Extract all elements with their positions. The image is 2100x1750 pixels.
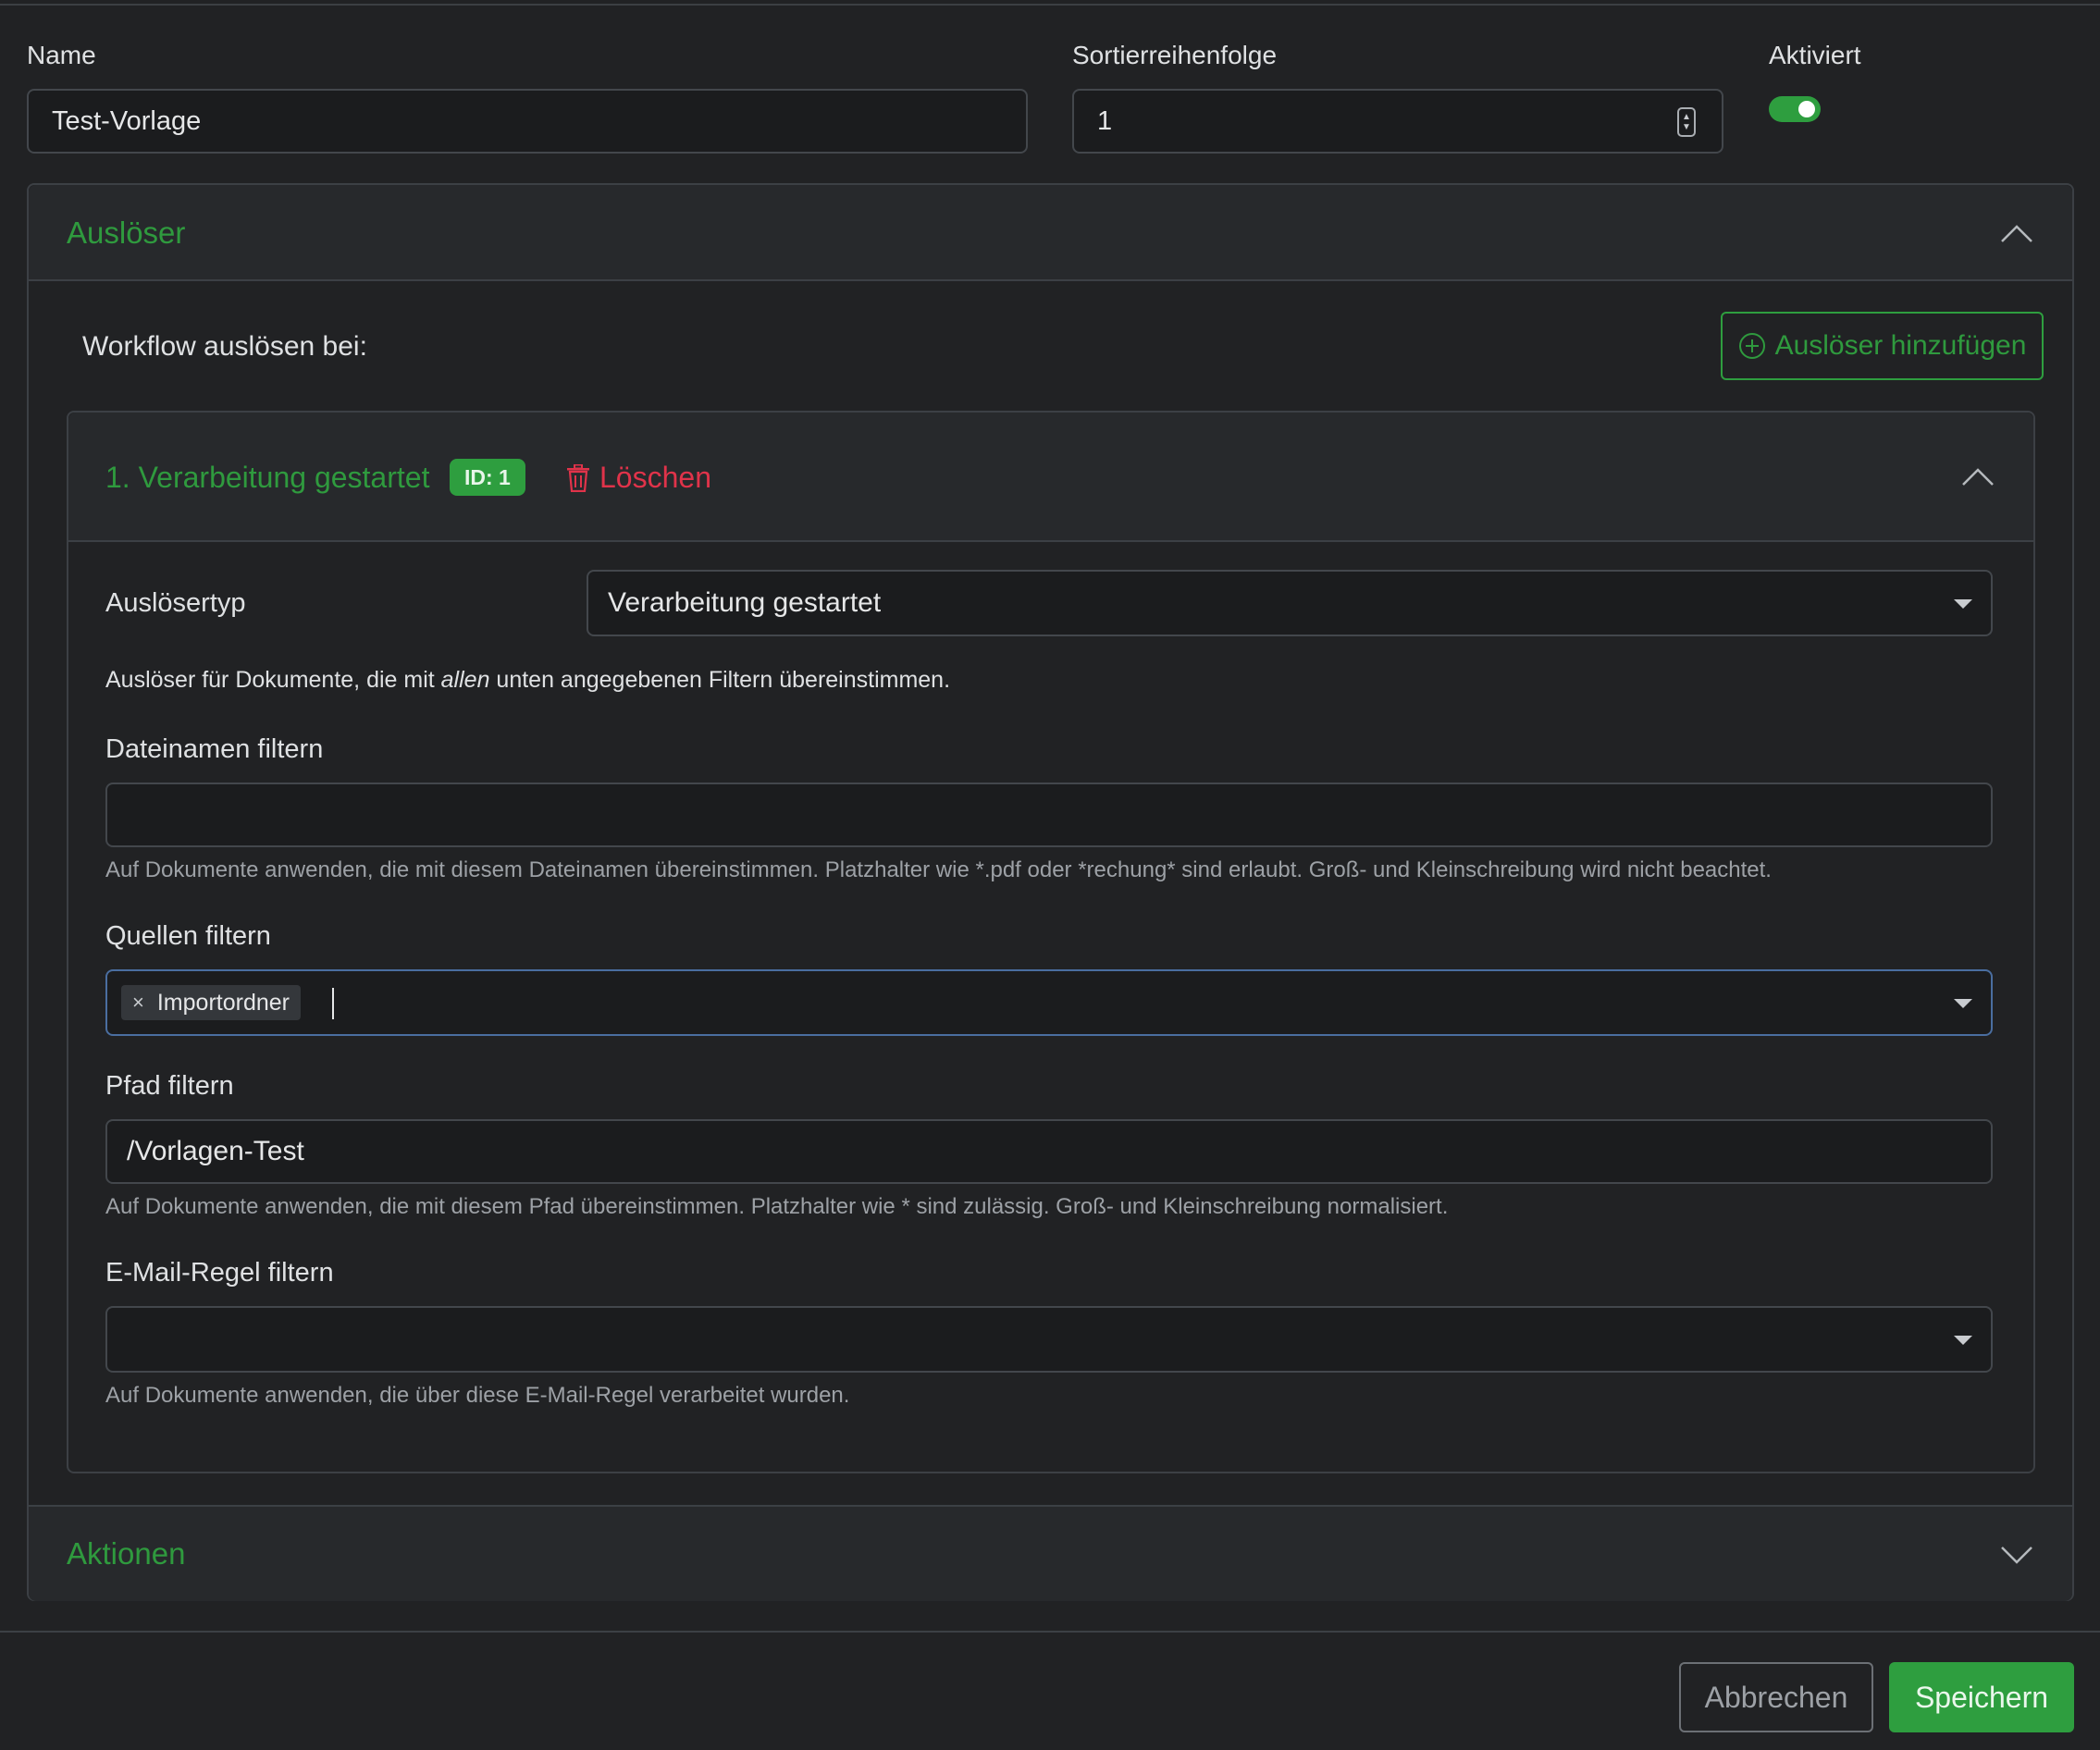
source-tag: × Importordner <box>121 985 301 1020</box>
workflow-edit-dialog: Name Test-Vorlage Sortierreihenfolge 1 ▲… <box>0 0 2100 1750</box>
path-filter-help: Auf Dokumente anwenden, die mit diesem P… <box>105 1194 1449 1219</box>
sources-filter-select[interactable]: × Importordner <box>105 969 1993 1036</box>
trigger-type-value: Verarbeitung gestartet <box>608 587 882 618</box>
remove-tag-icon[interactable]: × <box>132 991 144 1015</box>
chevron-down-icon[interactable] <box>2000 1546 2033 1566</box>
caret-down-icon <box>1954 1336 1972 1345</box>
mailrule-filter-help: Auf Dokumente anwenden, die über diese E… <box>105 1383 850 1408</box>
source-tag-label: Importordner <box>156 989 290 1016</box>
toggle-knob <box>1798 101 1815 117</box>
trigger-type-select[interactable]: Verarbeitung gestartet <box>587 570 1993 636</box>
filename-filter-label: Dateinamen filtern <box>105 734 324 764</box>
text-cursor <box>332 988 334 1019</box>
triggers-header[interactable]: Auslöser <box>29 185 2072 281</box>
workflow-trigger-label: Workflow auslösen bei: <box>82 331 367 362</box>
save-button[interactable]: Speichern <box>1889 1662 2074 1732</box>
delete-trigger-button[interactable]: Löschen <box>566 461 711 495</box>
enabled-label: Aktiviert <box>1769 41 1861 69</box>
filename-filter-help: Auf Dokumente anwenden, die mit diesem D… <box>105 857 1772 882</box>
chevron-up-icon[interactable] <box>2000 223 2033 243</box>
triggers-card: Auslöser Workflow auslösen bei: Auslöser… <box>27 183 2074 1601</box>
name-input[interactable]: Test-Vorlage <box>27 89 1028 154</box>
mailrule-filter-select[interactable] <box>105 1306 1993 1373</box>
path-filter-value: /Vorlagen-Test <box>127 1136 304 1166</box>
add-trigger-label: Auslöser hinzufügen <box>1774 330 2027 361</box>
path-filter-label: Pfad filtern <box>105 1071 234 1101</box>
enabled-toggle[interactable] <box>1769 96 1821 122</box>
path-filter-input[interactable]: /Vorlagen-Test <box>105 1119 1993 1184</box>
caret-down-icon <box>1954 599 1972 609</box>
actions-header[interactable]: Aktionen <box>29 1505 2072 1601</box>
trigger-title: 1. Verarbeitung gestartet <box>105 461 430 494</box>
add-trigger-button[interactable]: Auslöser hinzufügen <box>1721 312 2044 380</box>
filename-filter-input[interactable] <box>105 783 1993 847</box>
mailrule-filter-label: E-Mail-Regel filtern <box>105 1258 334 1288</box>
number-spinner-icon[interactable]: ▲ ▼ <box>1677 107 1696 137</box>
actions-title: Aktionen <box>67 1536 186 1571</box>
name-input-value: Test-Vorlage <box>52 105 202 136</box>
chevron-up-icon[interactable] <box>1961 466 1995 487</box>
trigger-header[interactable]: 1. Verarbeitung gestartet ID: 1 Löschen <box>68 413 2033 542</box>
trigger-description: Auslöser für Dokumente, die mit allen un… <box>105 667 951 693</box>
trash-icon <box>567 463 589 492</box>
trigger-card: 1. Verarbeitung gestartet ID: 1 Löschen <box>67 411 2035 1473</box>
triggers-title: Auslöser <box>67 216 186 250</box>
sources-filter-label: Quellen filtern <box>105 921 271 951</box>
trigger-type-label: Auslösertyp <box>105 588 246 618</box>
cancel-button[interactable]: Abbrechen <box>1679 1662 1873 1732</box>
plus-circle-icon <box>1738 333 1765 359</box>
footer-divider <box>0 1631 2100 1633</box>
sort-order-label: Sortierreihenfolge <box>1072 41 1278 69</box>
dialog-top-border <box>0 0 2100 6</box>
sort-order-value: 1 <box>1097 105 1113 136</box>
sort-order-input[interactable]: 1 ▲ ▼ <box>1072 89 1723 154</box>
delete-trigger-label: Löschen <box>599 461 711 494</box>
name-label: Name <box>27 41 96 69</box>
caret-down-icon <box>1954 999 1972 1008</box>
trigger-id-badge: ID: 1 <box>450 459 525 496</box>
